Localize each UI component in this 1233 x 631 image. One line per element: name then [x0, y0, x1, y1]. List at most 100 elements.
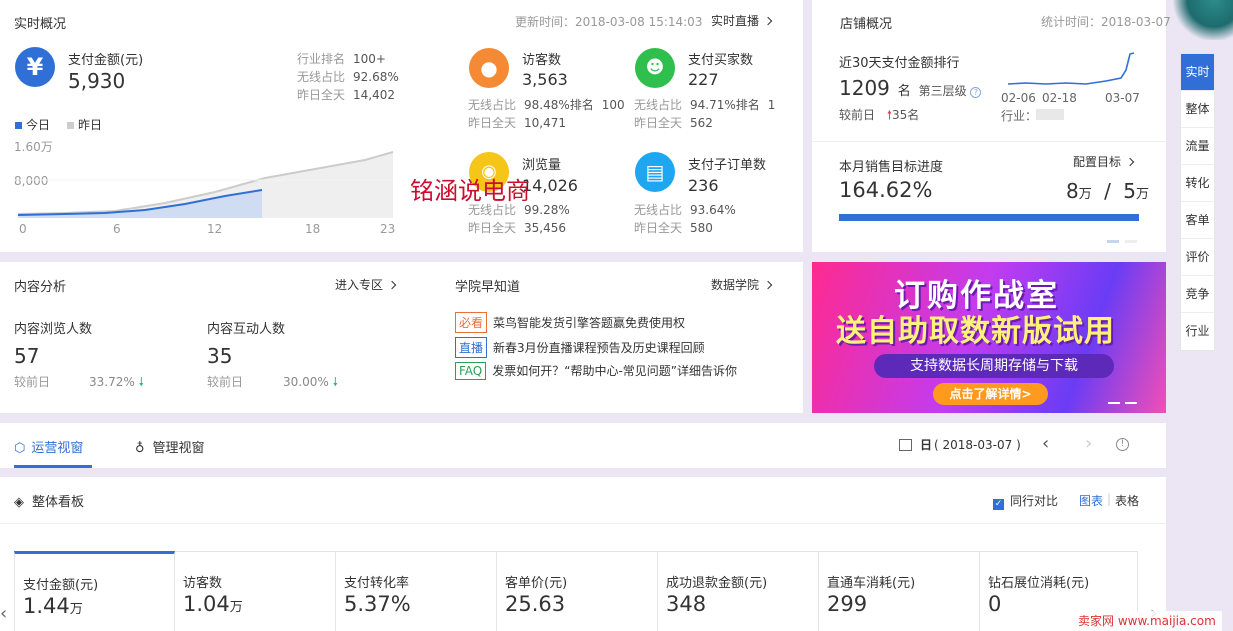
content-link-label: 进入专区 — [335, 278, 384, 292]
sidebar-item-industry[interactable]: 行业 — [1181, 313, 1214, 350]
target-title: 本月销售目标进度 — [839, 160, 944, 175]
target-link[interactable]: 配置目标 — [1073, 153, 1135, 170]
kpi-card-conversion[interactable]: 支付转化率 5.37% — [336, 551, 497, 631]
tab-ops[interactable]: ⬡ 运营视窗 — [14, 437, 83, 456]
calendar-icon — [899, 439, 912, 451]
academy-item-faq[interactable]: FAQ 发票如何开？“帮助中心-常见问题”详细告诉你 — [455, 362, 737, 380]
banner-dot-1[interactable] — [1108, 402, 1120, 404]
kpi-card-aov[interactable]: 客单价(元) 25.63 — [497, 551, 658, 631]
target-unit-2: 万 — [1135, 187, 1149, 202]
visitors-value: 3,563 — [522, 70, 568, 89]
rank-level: 第三层级 — [918, 84, 967, 98]
watermark-text: 铭涵说电商 — [410, 177, 530, 205]
academy-link-label: 数据学院 — [711, 278, 760, 292]
banner-line-3: 支持数据长周期存储与下载 — [874, 354, 1114, 378]
content-link[interactable]: 进入专区 — [335, 276, 397, 293]
academy-title: 学院早知道 — [455, 280, 521, 295]
x-tick-18: 18 — [305, 222, 321, 236]
date-value: ( 2018-03-07 ) — [934, 438, 1021, 452]
corner-decoration — [1170, 0, 1233, 40]
interact-compare-label: 较前日 — [207, 375, 244, 389]
rank-row: 1209 名 第三层级 ? — [839, 76, 982, 100]
tab-mgmt[interactable]: ♁ 管理视窗 — [135, 437, 205, 456]
realtime-panel: 实时概况 更新时间：2018-03-08 15:14:03 实时直播 ¥ 支付金… — [0, 0, 803, 252]
rank-compare-label: 较前日 — [839, 108, 876, 122]
kpi-value: 1.44万 — [23, 594, 83, 618]
realtime-trend-chart — [15, 151, 394, 218]
sidebar-item-review[interactable]: 评价 — [1181, 239, 1214, 276]
academy-link[interactable]: 数据学院 — [711, 276, 773, 293]
academy-item-live[interactable]: 直播 新春3月份直播课程预告及历史课程回顾 — [455, 337, 705, 358]
carousel-dot-active[interactable] — [1107, 240, 1119, 243]
interact-value: 35 — [207, 344, 233, 368]
sidebar-item-overall[interactable]: 整体 — [1181, 91, 1214, 128]
help-icon[interactable]: ? — [970, 87, 982, 98]
cards-prev-icon[interactable]: ‹ — [0, 603, 7, 624]
sidebar-item-conversion[interactable]: 转化 — [1181, 165, 1214, 202]
chevron-right-icon — [1125, 157, 1135, 167]
target-progress-fill — [839, 214, 1139, 221]
academy-item-must[interactable]: 必看 菜鸟智能发货引擎答题赢免费使用权 — [455, 312, 685, 333]
interact-compare: 30.00% 🠗 — [283, 373, 338, 394]
next-date-icon[interactable]: › — [1085, 433, 1092, 454]
clipboard-icon: ▤ — [635, 152, 675, 192]
view-table-link[interactable]: 表格 — [1115, 492, 1139, 509]
kpi-value: 0 — [988, 592, 1002, 616]
kpi-label: 访客数 — [183, 576, 223, 591]
shop-panel: 店铺概况 统计时间：2018-03-07 近30天支付金额排行 1209 名 第… — [812, 0, 1171, 252]
banner-cta[interactable]: 点击了解详情> — [933, 383, 1048, 405]
rank-value: 1209 — [839, 76, 890, 100]
pay-stat-wireless: 无线占比 92.68% — [297, 70, 399, 84]
kpi-card-pay[interactable]: 支付金额(元) 1.44万 — [14, 551, 175, 631]
target-progress-track — [839, 214, 1139, 221]
academy-item-text: 发票如何开？“帮助中心-常见问题”详细告诉你 — [492, 364, 738, 378]
user-icon: ☻ — [635, 48, 675, 88]
content-panel: 内容分析 进入专区 内容浏览人数 57 较前日 33.72% 🠗 内容互动人数 3… — [0, 262, 803, 413]
legend-yesterday-swatch — [67, 122, 74, 129]
browse-value: 57 — [14, 344, 40, 368]
target-actual: 8 — [1066, 179, 1079, 203]
kpi-card-visitors[interactable]: 访客数 1.04万 — [175, 551, 336, 631]
board-title-label: 整体看板 — [32, 495, 85, 510]
kpi-value: 5.37% — [344, 592, 411, 616]
target-link-label: 配置目标 — [1073, 155, 1122, 169]
kpi-card-refund[interactable]: 成功退款金额(元) 348 — [658, 551, 819, 631]
target-ratio: 8万 / 5万 — [1066, 179, 1149, 203]
ratio-slash: / — [1104, 179, 1111, 203]
visitors-yesterday: 昨日全天 10,471 — [468, 116, 567, 130]
chevron-right-icon — [387, 280, 397, 290]
interact-compare-value: 30.00% — [283, 375, 329, 389]
date-picker[interactable]: 日( 2018-03-07 ) — [899, 436, 1021, 453]
buyers-value: 227 — [688, 70, 719, 89]
sidebar-item-aov[interactable]: 客单 — [1181, 202, 1214, 239]
peer-compare-toggle[interactable]: ✓ 同行对比 — [993, 492, 1058, 510]
yen-icon: ¥ — [15, 47, 55, 87]
kpi-label: 直通车消耗(元) — [827, 576, 916, 591]
banner-dot-2[interactable] — [1125, 402, 1137, 404]
shop-divider — [812, 141, 1166, 142]
prev-date-icon[interactable]: ‹ — [1042, 433, 1049, 454]
rank-title: 近30天支付金额排行 — [839, 56, 960, 71]
info-icon[interactable]: ! — [1116, 438, 1129, 451]
live-link[interactable]: 实时直播 — [711, 12, 773, 29]
academy-item-text: 新春3月份直播课程预告及历史课程回顾 — [493, 341, 705, 355]
live-link-label: 实时直播 — [711, 14, 760, 28]
legend-today[interactable]: 今日 — [15, 116, 50, 133]
x-tick-23: 23 — [380, 222, 396, 236]
update-time: 更新时间：2018-03-08 15:14:03 — [515, 15, 703, 29]
kpi-value: 299 — [827, 592, 868, 616]
sidebar-item-competition[interactable]: 竞争 — [1181, 276, 1214, 313]
rank-unit: 名 — [897, 84, 911, 99]
pay-value: 5,930 — [68, 69, 126, 93]
view-chart-link[interactable]: 图表 — [1079, 492, 1103, 509]
banner-line-2: 送自助取数新版试用 — [836, 314, 1115, 349]
sidebar-item-realtime[interactable]: 实时 — [1181, 54, 1214, 91]
carousel-dot[interactable] — [1125, 240, 1137, 243]
rank-compare-value: 35名 — [892, 108, 920, 122]
suborders-label: 支付子订单数 — [688, 158, 767, 173]
sidebar-item-traffic[interactable]: 流量 — [1181, 128, 1214, 165]
legend-yesterday[interactable]: 昨日 — [67, 116, 102, 133]
kpi-card-ztc[interactable]: 直通车消耗(元) 299 — [819, 551, 980, 631]
spark-x-3: 03-07 — [1105, 91, 1140, 105]
promo-banner[interactable]: 订购作战室 送自助取数新版试用 支持数据长周期存储与下载 点击了解详情> — [812, 262, 1166, 413]
